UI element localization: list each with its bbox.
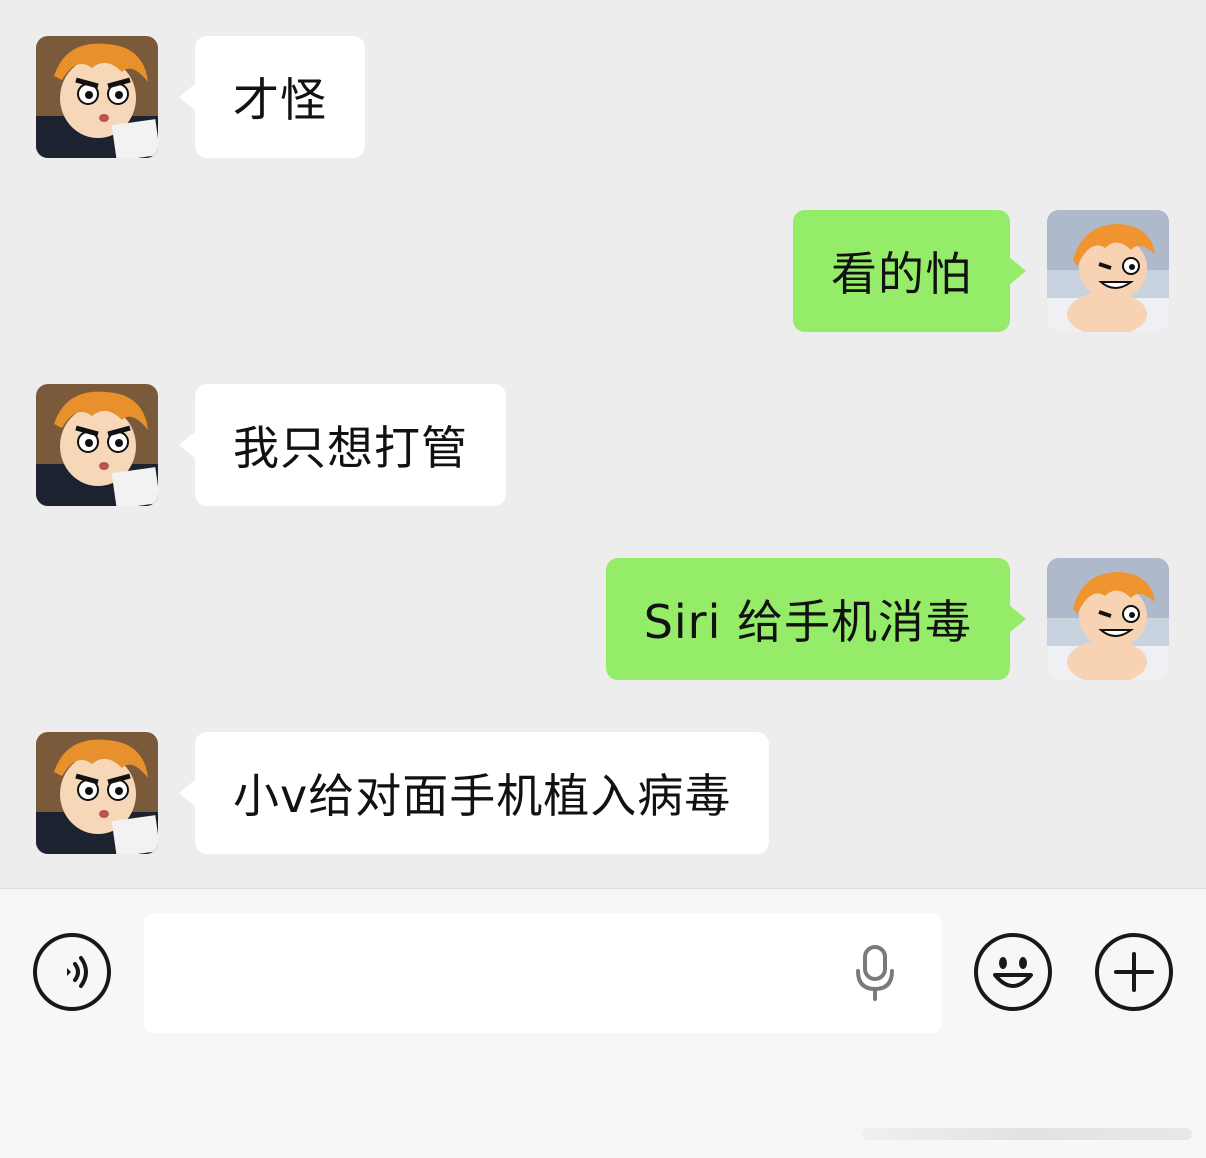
message-bubble-incoming[interactable]: 小v给对面手机植入病毒 xyxy=(178,732,770,854)
emoji-button[interactable] xyxy=(974,933,1052,1011)
voice-mode-button[interactable] xyxy=(33,933,111,1011)
more-plus-icon xyxy=(1114,952,1154,992)
self-avatar[interactable] xyxy=(1047,210,1169,332)
home-indicator[interactable] xyxy=(862,1128,1192,1140)
message-bubble-incoming[interactable]: 我只想打管 xyxy=(179,384,506,506)
message-bubble-outgoing[interactable]: Siri 给手机消毒 xyxy=(605,558,1027,680)
message-bubble-incoming[interactable]: 才怪 xyxy=(179,36,365,158)
contact-avatar[interactable] xyxy=(36,732,158,854)
more-plus-button[interactable] xyxy=(1095,933,1173,1011)
self-avatar[interactable] xyxy=(1047,558,1169,680)
emoji-icon xyxy=(993,957,1033,988)
microphone-icon[interactable] xyxy=(852,943,898,1003)
chat-message-list[interactable]: 才怪 看的怕 我只想打管 Siri 给手机消毒 小v给对面手机植入病毒 xyxy=(0,0,1206,888)
chat-input-bar xyxy=(0,888,1206,1158)
contact-avatar[interactable] xyxy=(36,36,158,158)
message-bubble-outgoing[interactable]: 看的怕 xyxy=(793,210,1026,332)
message-input[interactable] xyxy=(144,913,942,1033)
contact-avatar[interactable] xyxy=(36,384,158,506)
voice-mode-icon xyxy=(67,956,88,988)
